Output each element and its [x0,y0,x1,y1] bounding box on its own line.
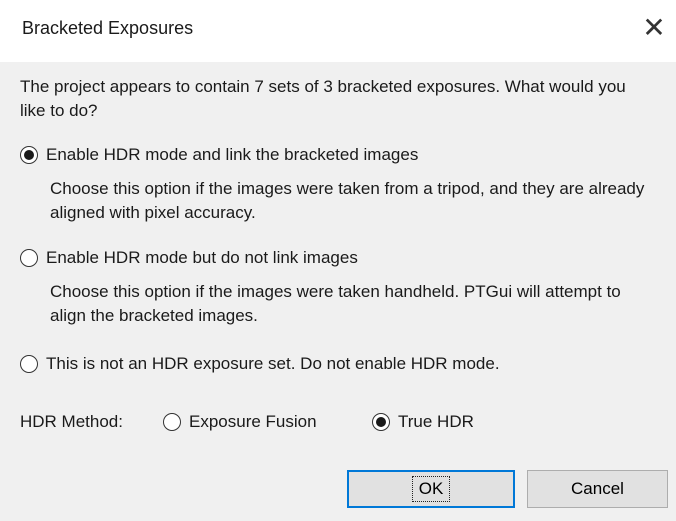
option-label: Enable HDR mode but do not link images [46,248,358,267]
option-label: Exposure Fusion [189,412,317,431]
radio-button-selected[interactable] [20,146,38,164]
radio-not-hdr[interactable]: This is not an HDR exposure set. Do not … [20,352,500,376]
radio-link-bracketed[interactable]: Enable HDR mode and link the bracketed i… [20,143,418,167]
radio-button[interactable] [20,249,38,267]
radio-no-link[interactable]: Enable HDR mode but do not link images [20,246,358,270]
option-label: True HDR [398,412,474,431]
radio-button-selected[interactable] [372,413,390,431]
radio-exposure-fusion[interactable]: Exposure Fusion [163,410,317,434]
dialog-message: The project appears to contain 7 sets of… [20,77,626,120]
option-label: Enable HDR mode and link the bracketed i… [46,145,419,164]
option-description: Choose this option if the images were ta… [50,179,645,222]
option-label: This is not an HDR exposure set. Do not … [46,354,500,373]
ok-button[interactable]: OK [347,470,515,508]
radio-button[interactable] [163,413,181,431]
window-title: Bracketed Exposures [22,18,194,38]
ok-button-label: OK [411,476,451,502]
title-bar: Bracketed Exposures ✕ [0,0,676,62]
hdr-method-label: HDR Method: [20,412,123,431]
radio-button[interactable] [20,355,38,373]
close-icon[interactable]: ✕ [640,14,668,42]
option-description: Choose this option if the images were ta… [50,282,621,325]
radio-true-hdr[interactable]: True HDR [372,410,474,434]
cancel-button[interactable]: Cancel [527,470,668,508]
